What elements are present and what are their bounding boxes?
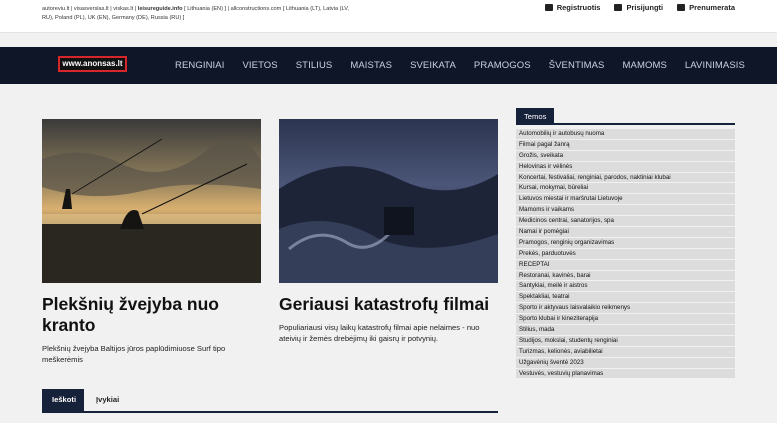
- topic-item[interactable]: Spektakliai, teatrai: [516, 292, 735, 304]
- topic-item[interactable]: Kursai, mokymai, būreliai: [516, 183, 735, 195]
- sidebar-title: Temos: [516, 108, 555, 125]
- nav-renginiai[interactable]: RENGINIAI: [166, 47, 233, 84]
- topic-item[interactable]: Sporto ir aktyvaus laisvalaikio reikmeny…: [516, 303, 735, 315]
- subscribe-link[interactable]: Prenumerata: [677, 3, 735, 12]
- partner-links-line1c[interactable]: [ Lithuania (EN) ] | allconstructions.co…: [183, 6, 349, 12]
- nav-sventimas[interactable]: ŠVENTIMAS: [540, 47, 614, 84]
- topic-item[interactable]: Studijos, mokslai, studentų renginiai: [516, 335, 735, 347]
- nav-stilius[interactable]: STILIUS: [287, 47, 342, 84]
- register-label: Registruotis: [556, 3, 601, 12]
- topics-sidebar: Temos Automobilių ir autobusų nuoma Film…: [516, 108, 735, 380]
- tab-events[interactable]: Įvykiai: [86, 389, 129, 411]
- topic-item[interactable]: Filmai pagal žanrą: [516, 139, 735, 151]
- article-image-fishing[interactable]: [42, 119, 261, 283]
- site-logo[interactable]: www.anonsas.lt: [58, 56, 127, 72]
- topic-item[interactable]: Restoranai, kavinės, barai: [516, 270, 735, 282]
- article-card[interactable]: Plekšnių žvejyba nuo kranto Plekšnių žve…: [42, 119, 261, 365]
- topic-item[interactable]: Koncertai, festivaliai, renginiai, parod…: [516, 172, 735, 184]
- topic-item[interactable]: Helovinas ir vėlinės: [516, 161, 735, 173]
- partner-links[interactable]: autoreviu.lt | visasverslas.lt | viskas.…: [42, 5, 392, 22]
- article-title[interactable]: Geriausi katastrofų filmai: [279, 294, 498, 315]
- user-actions: Registruotis Prisijungti Prenumerata: [544, 3, 735, 12]
- topic-item[interactable]: Automobilių ir autobusų nuoma: [516, 129, 735, 140]
- main-nav: RENGINIAI VIETOS STILIUS MAISTAS SVEIKAT…: [166, 47, 754, 84]
- topic-item[interactable]: Santykiai, meilė ir aistros: [516, 281, 735, 293]
- sidebar-header: Temos: [516, 108, 735, 125]
- main-content: Plekšnių žvejyba nuo kranto Plekšnių žve…: [0, 84, 777, 423]
- tab-search[interactable]: Ieškoti: [42, 389, 84, 411]
- topic-item[interactable]: Sporto klubai ir kineziterapija: [516, 314, 735, 326]
- nav-maistas[interactable]: MAISTAS: [341, 47, 401, 84]
- topic-item[interactable]: Grožis, sveikata: [516, 150, 735, 162]
- article-card[interactable]: Geriausi katastrofų filmai Populiariausi…: [279, 119, 498, 344]
- nav-lavinimasis[interactable]: LAVINIMASIS: [676, 47, 754, 84]
- partner-link-leisureguide[interactable]: leisureguide.info: [138, 6, 183, 12]
- topic-item[interactable]: Namai ir pomėgiai: [516, 227, 735, 238]
- topic-item[interactable]: Pramogos, renginių organizavimas: [516, 237, 735, 249]
- topic-item[interactable]: Turizmas, kelionės, aviabilietai: [516, 346, 735, 358]
- article-title[interactable]: Plekšnių žvejyba nuo kranto: [42, 294, 261, 336]
- topic-item[interactable]: Vestuvės, vestuvių planavimas: [516, 368, 735, 380]
- nav-vietos[interactable]: VIETOS: [233, 47, 286, 84]
- nav-sveikata[interactable]: SVEIKATA: [401, 47, 465, 84]
- nav-pramogos[interactable]: PRAMOGOS: [465, 47, 540, 84]
- subscribe-label: Prenumerata: [689, 3, 735, 12]
- login-label: Prisijungti: [626, 3, 664, 12]
- search-tabs: Ieškoti Įvykiai: [42, 389, 498, 413]
- partner-links-line1a[interactable]: autoreviu.lt | visasverslas.lt | viskas.…: [42, 6, 138, 12]
- topic-item[interactable]: Medicinos centrai, sanatorijos, spa: [516, 216, 735, 228]
- main-navbar: www.anonsas.lt RENGINIAI VIETOS STILIUS …: [0, 47, 777, 84]
- article-excerpt: Plekšnių žvejyba Baltijos jūros paplūdim…: [42, 344, 226, 364]
- topics-list: Automobilių ir autobusų nuoma Filmai pag…: [516, 129, 735, 380]
- user-plus-icon: [544, 4, 553, 11]
- login-link[interactable]: Prisijungti: [614, 3, 663, 12]
- partner-links-line2[interactable]: RU), Poland (PL), UK (EN), Germany (DE),…: [42, 15, 184, 21]
- newsletter-icon: [677, 4, 686, 11]
- register-link[interactable]: Registruotis: [544, 3, 601, 12]
- article-excerpt: Populiariausi visų laikų katastrofų film…: [279, 323, 480, 343]
- article-image-disaster[interactable]: [279, 119, 498, 283]
- topic-item[interactable]: Prekės, parduotuvės: [516, 248, 735, 260]
- topic-item[interactable]: Mamoms ir vaikams: [516, 205, 735, 217]
- topic-item[interactable]: Lietuvos miestai ir maršrutai Lietuvoje: [516, 194, 735, 206]
- top-bar: autoreviu.lt | visasverslas.lt | viskas.…: [0, 0, 777, 33]
- topic-item[interactable]: Stilius, mada: [516, 325, 735, 336]
- topic-item[interactable]: Užgavėnių šventė 2023: [516, 357, 735, 369]
- user-icon: [614, 4, 623, 11]
- topic-item[interactable]: RECEPTAI: [516, 259, 735, 271]
- nav-mamoms[interactable]: MAMOMS: [614, 47, 676, 84]
